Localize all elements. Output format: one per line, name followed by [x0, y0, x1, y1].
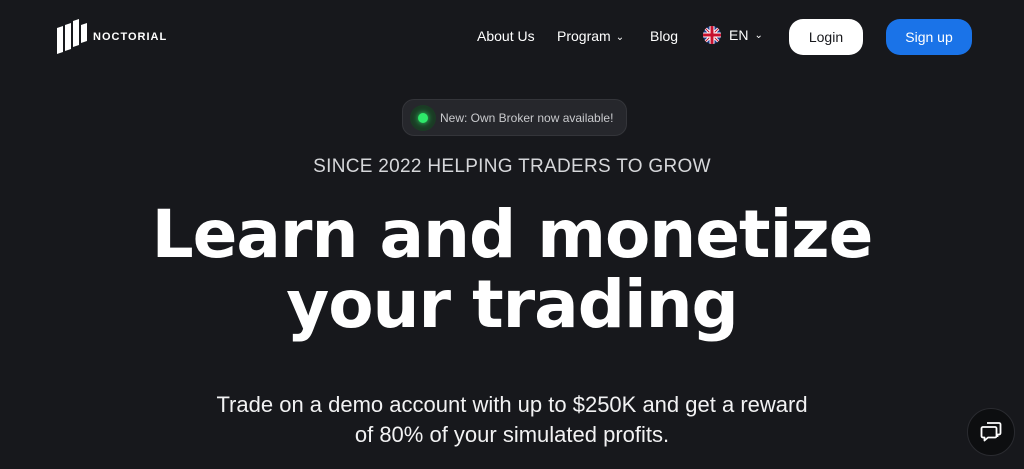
status-dot-icon [410, 104, 436, 131]
nav-blog[interactable]: Blog [650, 28, 678, 44]
brand-name: NOCTORIAL [93, 31, 168, 43]
nav-program-label: Program [557, 28, 611, 44]
language-label: EN [729, 27, 749, 43]
badge-text: New: Own Broker now available! [440, 110, 614, 125]
signup-button[interactable]: Sign up [886, 19, 972, 55]
landing-page: NOCTORIAL About Us Program ⌄ Blog EN ⌄ Log… [0, 0, 1024, 469]
headline-line-2: your trading [286, 266, 739, 343]
announcement-badge[interactable]: New: Own Broker now available! [402, 99, 627, 136]
site-header: NOCTORIAL About Us Program ⌄ Blog EN ⌄ Log… [0, 0, 1024, 74]
description-line-2: of 80% of your simulated profits. [354, 422, 670, 447]
chat-icon [980, 422, 1002, 442]
headline-line-1: Learn and monetize [151, 196, 874, 273]
description-line-1: Trade on a demo account with up to $250K… [216, 392, 808, 417]
login-button[interactable]: Login [789, 19, 863, 55]
hero-headline: Learn and monetize your trading [0, 200, 1024, 340]
nav-program[interactable]: Program ⌄ [557, 28, 624, 44]
status-dot [418, 112, 428, 123]
chat-button[interactable] [967, 408, 1015, 456]
language-selector[interactable]: EN ⌄ [703, 26, 763, 44]
chevron-down-icon: ⌄ [754, 29, 763, 41]
nav-about-us[interactable]: About Us [477, 28, 535, 44]
hero-kicker: SINCE 2022 HELPING TRADERS TO GROW [313, 156, 711, 177]
uk-flag-icon [703, 26, 721, 44]
chevron-down-icon: ⌄ [615, 32, 625, 43]
brand-logo[interactable]: NOCTORIAL [57, 19, 167, 55]
hero-description: Trade on a demo account with up to $250K… [0, 390, 1024, 450]
logo-mark-icon [57, 19, 87, 54]
